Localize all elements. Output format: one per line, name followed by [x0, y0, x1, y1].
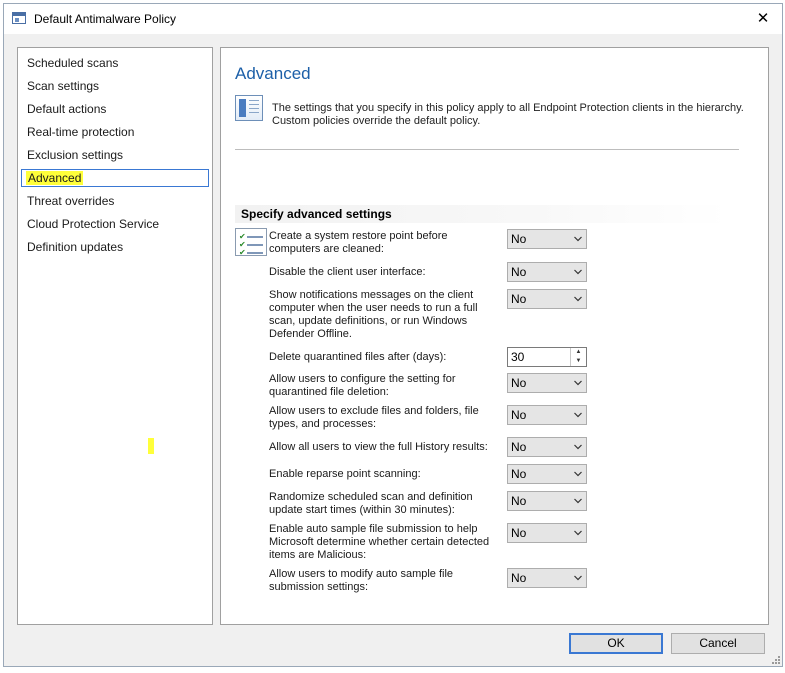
spin-up-button[interactable]: ▲ — [571, 348, 586, 357]
sidebar-item-advanced[interactable]: Advanced — [21, 169, 209, 187]
sample-submission-select[interactable]: No — [507, 523, 587, 543]
setting-label-disable-ui: Disable the client user interface: — [269, 266, 426, 278]
setting-label-modify-submission: Allow users to modify auto sample file s… — [269, 568, 454, 593]
setting-label-randomize: Randomize scheduled scan and definition … — [269, 491, 473, 516]
select-value: No — [511, 408, 527, 422]
select-value: No — [511, 571, 527, 585]
title-bar: Default Antimalware Policy ✕ — [4, 4, 782, 34]
sidebar-item-label: Definition updates — [27, 240, 124, 254]
setting-label-configure-quarantine: Allow users to configure the setting for… — [269, 373, 456, 398]
sidebar-item-default-actions[interactable]: Default actions — [21, 100, 209, 118]
divider — [235, 149, 739, 150]
setting-label-sample-submission: Enable auto sample file submission to he… — [269, 523, 490, 561]
spin-down-button[interactable]: ▼ — [571, 357, 586, 366]
checklist-icon: ✔ ✔ ✔ — [235, 228, 267, 257]
chevron-down-icon — [574, 498, 582, 504]
setting-label-notifications: Show notifications messages on the clien… — [269, 289, 478, 340]
sidebar-item-definition-updates[interactable]: Definition updates — [21, 238, 209, 256]
modify-submission-select[interactable]: No — [507, 568, 587, 588]
select-value: No — [511, 376, 527, 390]
sidebar-item-label: Threat overrides — [27, 194, 115, 208]
select-value: No — [511, 292, 527, 306]
sidebar-item-label: Cloud Protection Service — [27, 217, 160, 231]
setting-label-delete-quarantine: Delete quarantined files after (days): — [269, 351, 447, 363]
ok-button[interactable]: OK — [569, 633, 663, 654]
select-value: No — [511, 265, 527, 279]
select-value: No — [511, 526, 527, 540]
notifications-select[interactable]: No — [507, 289, 587, 309]
policy-dialog: Default Antimalware Policy ✕ Scheduled s… — [3, 3, 783, 667]
setting-label-exclude-files: Allow users to exclude files and folders… — [269, 405, 479, 430]
chevron-down-icon — [574, 380, 582, 386]
document-info-icon — [235, 95, 263, 121]
setting-label-history: Allow all users to view the full History… — [269, 441, 488, 453]
sidebar-item-scan-settings[interactable]: Scan settings — [21, 77, 209, 95]
chevron-down-icon — [574, 269, 582, 275]
sidebar-item-label: Default actions — [27, 102, 107, 116]
sidebar-item-cloud-protection-service[interactable]: Cloud Protection Service — [21, 215, 209, 233]
reparse-select[interactable]: No — [507, 464, 587, 484]
chevron-down-icon — [574, 530, 582, 536]
policy-window-icon — [12, 12, 26, 24]
select-value: No — [511, 494, 527, 508]
settings-panel: Advanced The settings that you specify i… — [220, 47, 769, 625]
setting-label-reparse: Enable reparse point scanning: — [269, 468, 421, 480]
cancel-button[interactable]: Cancel — [671, 633, 765, 654]
randomize-select[interactable]: No — [507, 491, 587, 511]
chevron-down-icon — [574, 444, 582, 450]
sidebar-item-label: Real-time protection — [27, 125, 135, 139]
sidebar-item-threat-overrides[interactable]: Threat overrides — [21, 192, 209, 210]
sidebar-item-scheduled-scans[interactable]: Scheduled scans — [21, 54, 209, 72]
chevron-down-icon — [574, 236, 582, 242]
sidebar-item-label: Scan settings — [27, 79, 100, 93]
stepper-value: 30 — [511, 350, 525, 364]
resize-grip-icon[interactable] — [770, 654, 780, 664]
chevron-down-icon — [574, 575, 582, 581]
restore-point-select[interactable]: No — [507, 229, 587, 249]
page-description: The settings that you specify in this po… — [272, 102, 744, 127]
close-button[interactable]: ✕ — [748, 6, 778, 32]
history-select[interactable]: No — [507, 437, 587, 457]
text-cursor-highlight — [148, 438, 154, 454]
page-title: Advanced — [235, 64, 311, 83]
sidebar-item-real-time-protection[interactable]: Real-time protection — [21, 123, 209, 141]
sidebar-item-exclusion-settings[interactable]: Exclusion settings — [21, 146, 209, 164]
quarantine-days-stepper[interactable]: 30 ▲ ▼ — [507, 347, 587, 367]
chevron-down-icon — [574, 471, 582, 477]
sidebar-item-label: Exclusion settings — [27, 148, 124, 162]
window-title: Default Antimalware Policy — [34, 12, 177, 26]
section-header: Specify advanced settings — [235, 205, 729, 223]
configure-quarantine-select[interactable]: No — [507, 373, 587, 393]
select-value: No — [511, 440, 527, 454]
disable-ui-select[interactable]: No — [507, 262, 587, 282]
sidebar: Scheduled scans Scan settings Default ac… — [17, 47, 213, 625]
chevron-down-icon — [574, 412, 582, 418]
sidebar-item-label: Scheduled scans — [27, 56, 119, 70]
sidebar-item-label: Advanced — [26, 171, 84, 185]
spin-arrows-icon: ▲ ▼ — [570, 348, 586, 366]
chevron-down-icon — [574, 296, 582, 302]
select-value: No — [511, 467, 527, 481]
select-value: No — [511, 232, 527, 246]
exclude-files-select[interactable]: No — [507, 405, 587, 425]
setting-label-restore-point: Create a system restore point before com… — [269, 230, 448, 255]
